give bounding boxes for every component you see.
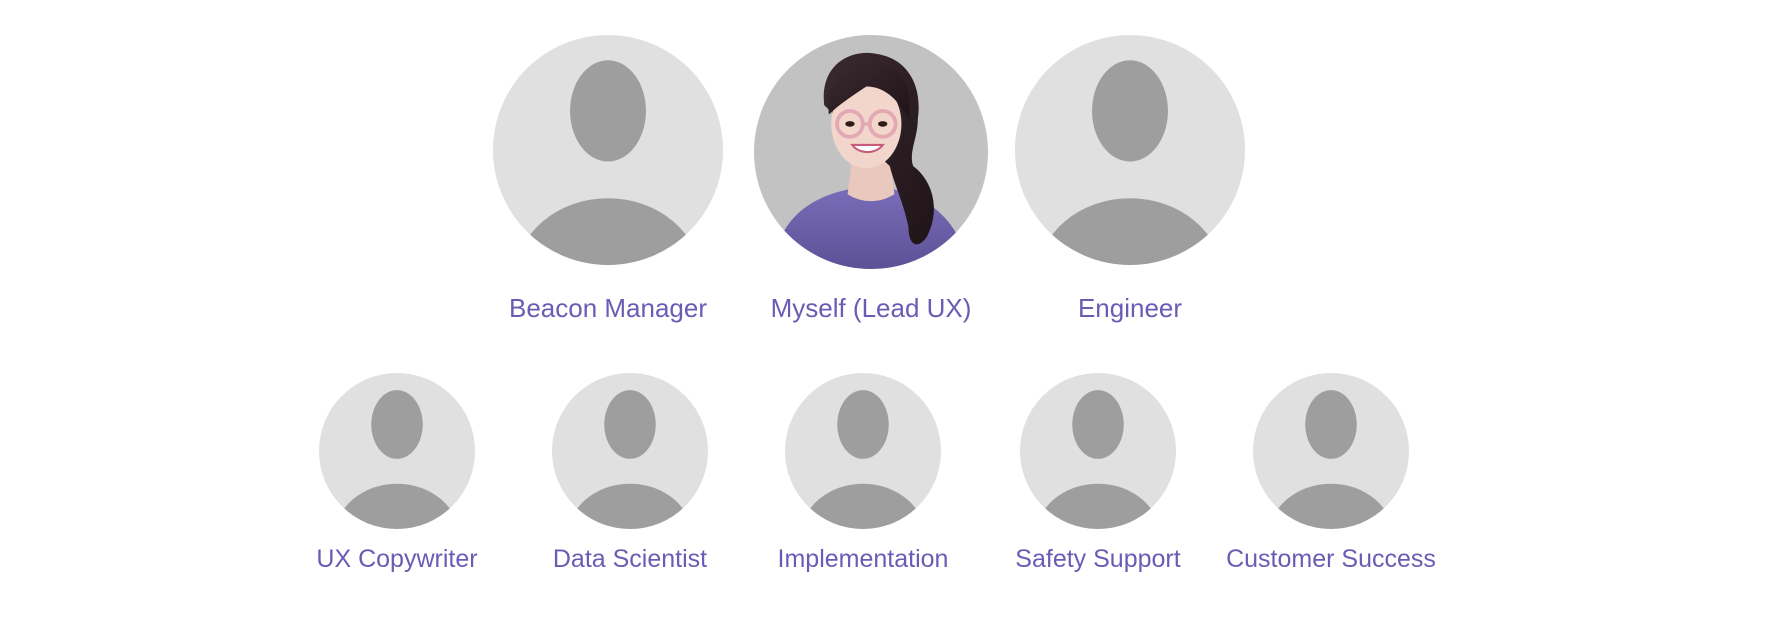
avatar — [1015, 35, 1245, 265]
avatar — [1020, 373, 1176, 529]
avatar — [1253, 373, 1409, 529]
team-member-data-scientist: Data Scientist — [530, 373, 730, 574]
avatar — [493, 35, 723, 265]
person-placeholder-icon — [319, 373, 475, 529]
person-placeholder-icon — [1253, 373, 1409, 529]
person-placeholder-icon — [1020, 373, 1176, 529]
member-name: Data Scientist — [552, 545, 708, 573]
avatar — [785, 373, 941, 529]
avatar — [754, 35, 988, 269]
team-member-myself: Myself (Lead UX) — [753, 35, 989, 324]
team-member-ux-copywriter: UX Copywriter — [297, 373, 497, 574]
team-member-engineer: Engineer — [1015, 35, 1245, 324]
team-member-implementation: Implementation — [763, 373, 963, 574]
member-name: UX Copywriter — [316, 545, 478, 573]
person-placeholder-icon — [1015, 35, 1245, 265]
member-name: Beacon Manager — [508, 293, 708, 323]
person-placeholder-icon — [493, 35, 723, 265]
avatar — [552, 373, 708, 529]
member-name: Engineer — [1077, 293, 1183, 323]
team-member-safety-support: Safety Support — [998, 373, 1198, 574]
member-name: Safety Support — [1015, 545, 1181, 573]
person-placeholder-icon — [552, 373, 708, 529]
avatar — [319, 373, 475, 529]
member-name: Myself (Lead UX) — [770, 293, 972, 323]
team-member-customer-success: Customer Success — [1221, 373, 1441, 574]
person-placeholder-icon — [785, 373, 941, 529]
member-name: Implementation — [777, 545, 949, 573]
user-portrait-icon — [754, 35, 988, 269]
member-name: Customer Success — [1226, 545, 1436, 573]
team-member-beacon-manager: Beacon Manager — [493, 35, 723, 324]
